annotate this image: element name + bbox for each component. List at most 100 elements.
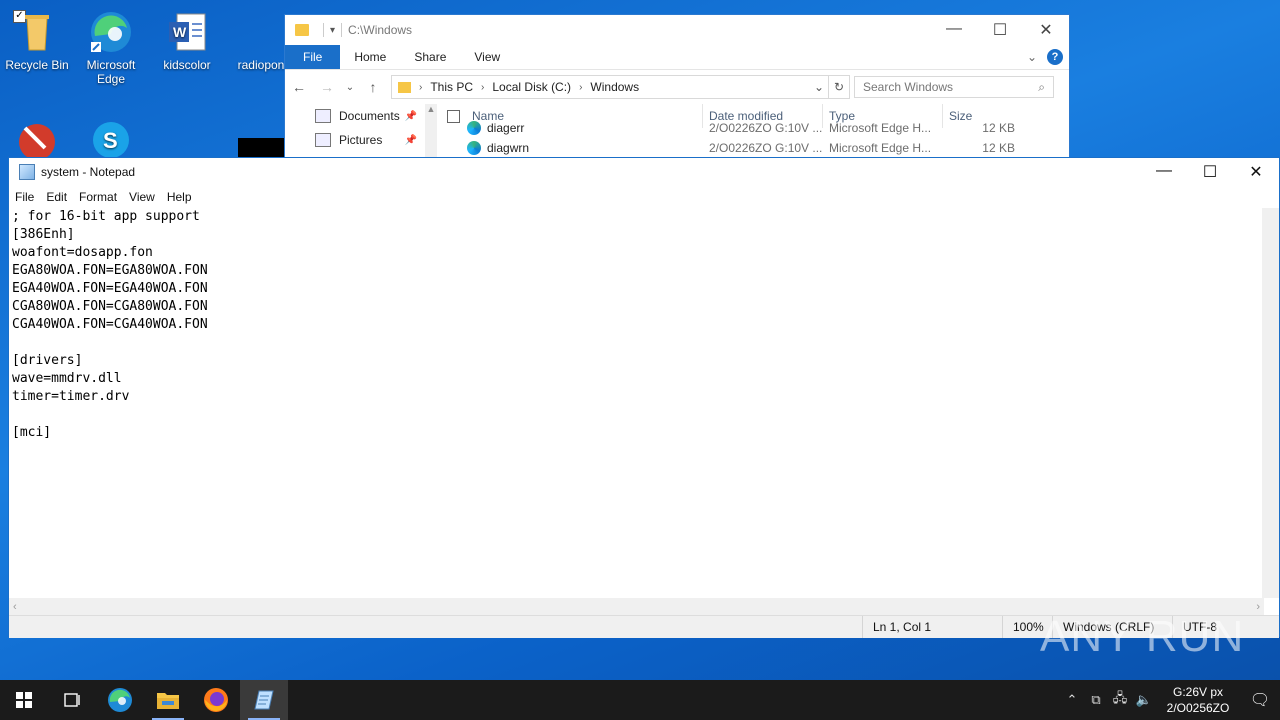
pictures-icon <box>315 133 331 147</box>
folder-icon <box>398 81 411 93</box>
black-desktop-item <box>238 138 284 158</box>
address-bar[interactable]: › This PC › Local Disk (C:) › Windows ⌄ <box>391 75 829 99</box>
refresh-icon[interactable]: ↻ <box>829 75 850 99</box>
expand-ribbon-icon[interactable]: ⌄ <box>1027 50 1037 64</box>
nav-item-documents[interactable]: Documents 📌 <box>315 104 425 128</box>
tab-file[interactable]: File <box>285 45 341 69</box>
chevron-right-icon: › <box>579 81 583 93</box>
task-view-icon <box>64 693 80 707</box>
file-name: diagwrn <box>487 140 530 155</box>
system-tray: ⌃ ⧉ 🖧 🔈 G:26V px 2/O0256ZO 🗨 <box>1060 680 1280 720</box>
firefox-taskbar-button[interactable] <box>192 680 240 720</box>
navigation-pane: Documents 📌 Pictures 📌 <box>285 104 425 158</box>
menu-view[interactable]: View <box>123 190 161 204</box>
desktop-icon-edge[interactable]: Microsoft Edge <box>75 4 147 86</box>
maximize-button[interactable]: ☐ <box>977 20 1023 40</box>
search-icon: ⌕ <box>1038 79 1045 94</box>
file-explorer-window[interactable]: ▾ C:\Windows — ☐ ✕ File Home Share View … <box>284 14 1070 166</box>
nav-item-pictures[interactable]: Pictures 📌 <box>315 128 425 152</box>
windows-logo-icon <box>16 692 32 708</box>
notepad-icon <box>254 690 274 710</box>
ribbon-tabs: File Home Share View ⌄ ? <box>285 45 1069 70</box>
notepad-icon <box>19 164 35 180</box>
folder-icon <box>295 24 309 36</box>
desktop-icon-kidscolor[interactable]: W kidscolor <box>151 4 223 72</box>
maximize-button[interactable]: ☐ <box>1187 162 1233 182</box>
up-arrow-icon[interactable]: ↑ <box>359 79 387 95</box>
desktop-icon-label: Microsoft Edge <box>86 58 136 86</box>
help-icon[interactable]: ? <box>1047 49 1063 65</box>
close-button[interactable]: ✕ <box>1233 162 1279 182</box>
file-size: 12 KB <box>982 141 1015 155</box>
forward-arrow-icon[interactable]: → <box>313 79 341 95</box>
folder-icon <box>157 693 179 709</box>
notepad-title: system - Notepad <box>41 165 136 179</box>
ccleaner-icon <box>15 118 59 162</box>
breadcrumb-this-pc[interactable]: This PC <box>430 80 473 94</box>
notification-icon[interactable]: 🗨 <box>1240 690 1280 710</box>
search-placeholder: Search Windows <box>863 80 954 94</box>
address-dropdown-icon[interactable]: ⌄ <box>814 80 824 94</box>
file-type: Microsoft Edge H... <box>829 141 932 155</box>
menu-format[interactable]: Format <box>73 190 123 204</box>
file-date: 2/O0226ZO G:10V ... <box>709 141 823 155</box>
file-icon <box>239 10 283 54</box>
tab-view[interactable]: View <box>460 45 514 69</box>
chevron-right-icon: › <box>419 81 423 93</box>
scroll-right-icon[interactable]: › <box>1256 601 1260 613</box>
file-name: diagerr <box>487 120 525 135</box>
menu-help[interactable]: Help <box>161 190 198 204</box>
desktop-icon-recycle-bin[interactable]: ✓ Recycle Bin <box>1 4 73 72</box>
table-row[interactable]: diagerr 2/O0226ZO G:10V ... Microsoft Ed… <box>437 118 1069 138</box>
svg-text:S: S <box>103 128 118 153</box>
volume-icon[interactable]: 🔈 <box>1132 692 1156 708</box>
breadcrumb-windows[interactable]: Windows <box>590 80 639 94</box>
quick-access-dropdown-icon[interactable]: ▾ <box>330 25 335 36</box>
edge-icon <box>89 10 133 54</box>
menu-bar: File Edit Format View Help <box>9 186 1279 208</box>
breadcrumb-local-disk[interactable]: Local Disk (C:) <box>492 80 571 94</box>
notepad-title-bar[interactable]: system - Notepad — ☐ ✕ <box>9 158 1279 186</box>
clock[interactable]: G:26V px 2/O0256ZO <box>1162 684 1234 716</box>
file-list: Name Date modified Type Size diagerr 2/O… <box>437 104 1069 158</box>
search-input[interactable]: Search Windows ⌕ <box>854 76 1054 98</box>
tab-share[interactable]: Share <box>400 45 460 69</box>
svg-text:W: W <box>173 24 187 40</box>
device-icon[interactable]: ⧉ <box>1084 692 1108 708</box>
edge-taskbar-button[interactable] <box>96 680 144 720</box>
nav-pane-scrollbar[interactable]: ▲ <box>425 104 437 158</box>
taskbar: ⌃ ⧉ 🖧 🔈 G:26V px 2/O0256ZO 🗨 <box>0 680 1280 720</box>
file-size: 12 KB <box>982 121 1015 135</box>
explorer-title-bar[interactable]: ▾ C:\Windows — ☐ ✕ <box>285 15 1069 45</box>
notepad-window[interactable]: system - Notepad — ☐ ✕ File Edit Format … <box>8 157 1280 638</box>
address-row: ← → ⌄ ↑ › This PC › Local Disk (C:) › Wi… <box>285 70 1069 104</box>
task-view-button[interactable] <box>48 680 96 720</box>
word-document-icon: W <box>165 10 209 54</box>
menu-file[interactable]: File <box>9 190 40 204</box>
recent-locations-icon[interactable]: ⌄ <box>341 82 359 93</box>
text-editor[interactable]: ; for 16-bit app support [386Enh] woafon… <box>12 208 1263 598</box>
minimize-button[interactable]: — <box>1141 162 1187 182</box>
notepad-taskbar-button[interactable] <box>240 680 288 720</box>
scroll-left-icon[interactable]: ‹ <box>13 601 17 613</box>
desktop-icon-label: Recycle Bin <box>5 58 69 72</box>
table-row[interactable]: diagwrn 2/O0226ZO G:10V ... Microsoft Ed… <box>437 138 1069 158</box>
menu-edit[interactable]: Edit <box>40 190 73 204</box>
show-hidden-icons-icon[interactable]: ⌃ <box>1060 692 1084 708</box>
clock-time: G:26V px <box>1172 685 1224 699</box>
file-explorer-taskbar-button[interactable] <box>144 680 192 720</box>
nav-item-label: Documents <box>339 109 400 123</box>
cursor-position: Ln 1, Col 1 <box>862 616 1002 638</box>
close-button[interactable]: ✕ <box>1023 20 1069 40</box>
explorer-title: C:\Windows <box>348 23 413 37</box>
back-arrow-icon[interactable]: ← <box>285 79 313 95</box>
watermark: ANY RUN <box>1040 612 1245 661</box>
start-button[interactable] <box>0 680 48 720</box>
vertical-scrollbar[interactable] <box>1262 208 1279 598</box>
minimize-button[interactable]: — <box>931 20 977 40</box>
edge-html-file-icon <box>467 141 481 156</box>
recycle-bin-icon <box>15 10 59 54</box>
network-icon[interactable]: 🖧 <box>1108 689 1132 711</box>
tab-home[interactable]: Home <box>340 45 400 69</box>
nav-item-label: Pictures <box>339 133 383 147</box>
